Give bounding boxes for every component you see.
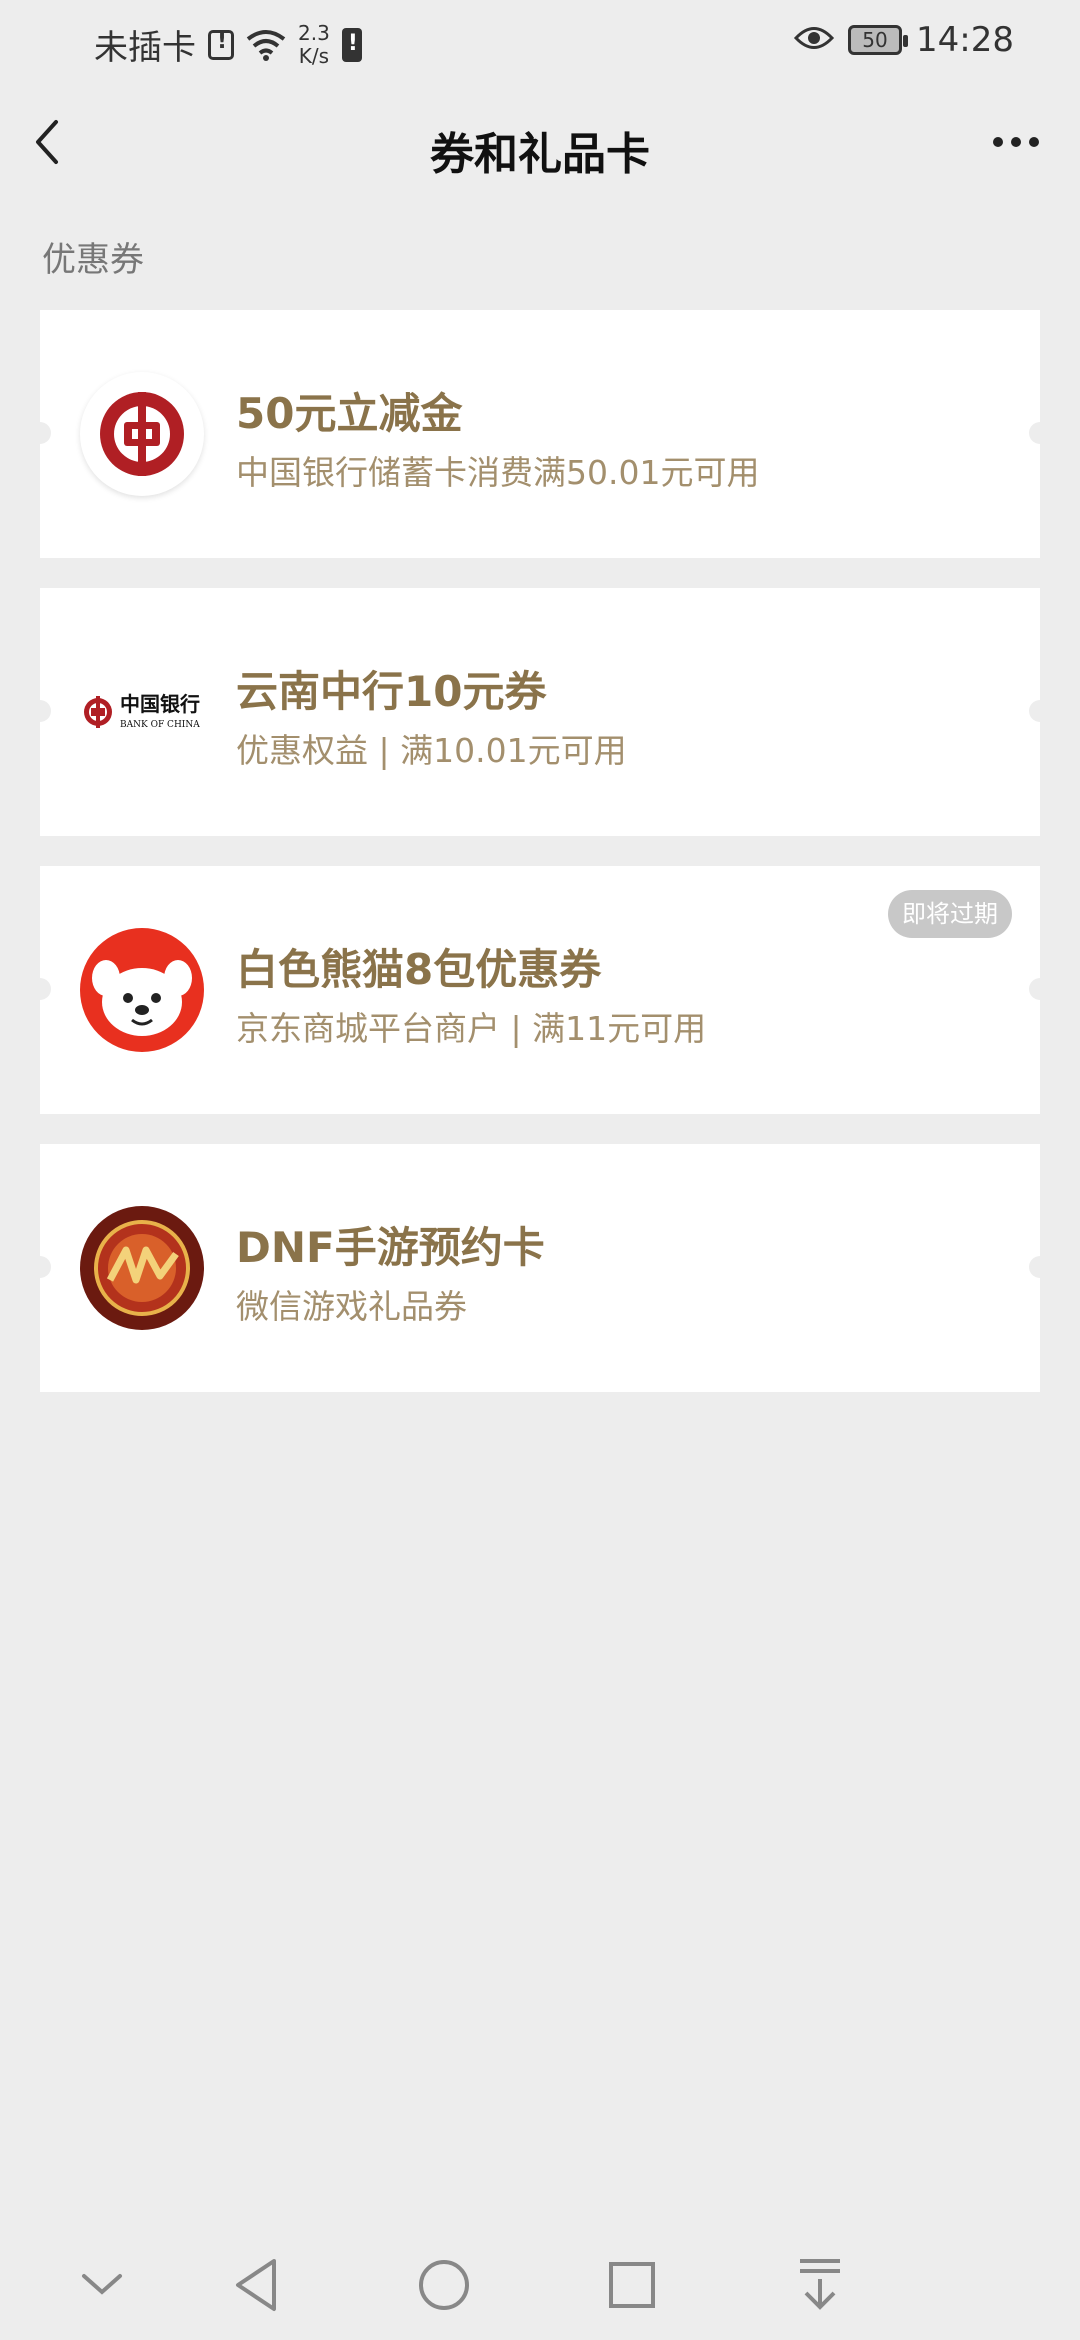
speed-unit: K/s	[298, 43, 330, 68]
recents-square-icon[interactable]	[592, 2250, 672, 2320]
more-dot-icon	[1029, 137, 1039, 147]
page-title: 券和礼品卡	[430, 129, 650, 180]
more-button[interactable]	[980, 114, 1052, 170]
coupon-card[interactable]: 白色熊猫8包优惠券 京东商城平台商户 | 满11元可用 即将过期	[29, 866, 1051, 1114]
wifi-icon	[246, 29, 286, 61]
back-triangle-icon[interactable]	[216, 2250, 296, 2320]
sim-alert-icon	[208, 29, 234, 60]
clock: 14:28	[916, 20, 1014, 60]
status-right: 50 14:28	[793, 20, 1014, 60]
bank-of-china-logo-icon	[80, 372, 204, 496]
coupon-title: 白色熊猫8包优惠券	[236, 945, 602, 994]
coupon-desc: 京东商城平台商户 | 满11元可用	[236, 1009, 707, 1048]
system-nav-bar	[0, 2230, 1080, 2340]
coupon-card[interactable]: 50元立减金 中国银行储蓄卡消费满50.01元可用	[29, 310, 1051, 558]
status-left: 未插卡 2.3 K/s	[94, 20, 362, 69]
network-speed: 2.3 K/s	[298, 20, 330, 68]
pull-down-icon[interactable]	[780, 2250, 860, 2320]
coupon-desc: 中国银行储蓄卡消费满50.01元可用	[236, 453, 760, 492]
coupon-title: DNF手游预约卡	[236, 1223, 545, 1272]
section-label: 优惠券	[42, 240, 144, 280]
logo-text-en: BANK OF CHINA	[120, 720, 200, 730]
coupon-title: 云南中行10元券	[236, 667, 547, 716]
logo-text-cn: 中国银行	[120, 692, 200, 716]
expiring-badge: 即将过期	[888, 890, 1012, 938]
home-circle-icon[interactable]	[404, 2250, 484, 2320]
coupon-desc: 优惠权益 | 满10.01元可用	[236, 731, 627, 770]
battery-saver-icon	[341, 27, 362, 62]
jd-joy-dog-icon	[80, 928, 204, 1052]
coupon-title: 50元立减金	[236, 389, 463, 438]
coupon-desc: 微信游戏礼品券	[236, 1287, 467, 1326]
bank-of-china-wordmark-icon: 中国银行 BANK OF CHINA	[80, 650, 210, 774]
coupon-card[interactable]: 中国银行 BANK OF CHINA 云南中行10元券 优惠权益 | 满10.0…	[29, 588, 1051, 836]
battery-icon: 50	[848, 25, 909, 55]
eye-comfort-icon	[793, 25, 835, 55]
more-dot-icon	[993, 137, 1003, 147]
status-bar: 未插卡 2.3 K/s 50 14:28	[0, 0, 1080, 86]
header: 券和礼品卡	[0, 96, 1080, 200]
speed-value: 2.3	[298, 20, 330, 45]
chevron-down-icon[interactable]	[62, 2250, 142, 2320]
more-dot-icon	[1011, 137, 1021, 147]
carrier-label: 未插卡	[94, 28, 196, 68]
coupon-card[interactable]: DNF手游预约卡 微信游戏礼品券	[29, 1144, 1051, 1392]
dnf-game-icon	[80, 1206, 204, 1330]
